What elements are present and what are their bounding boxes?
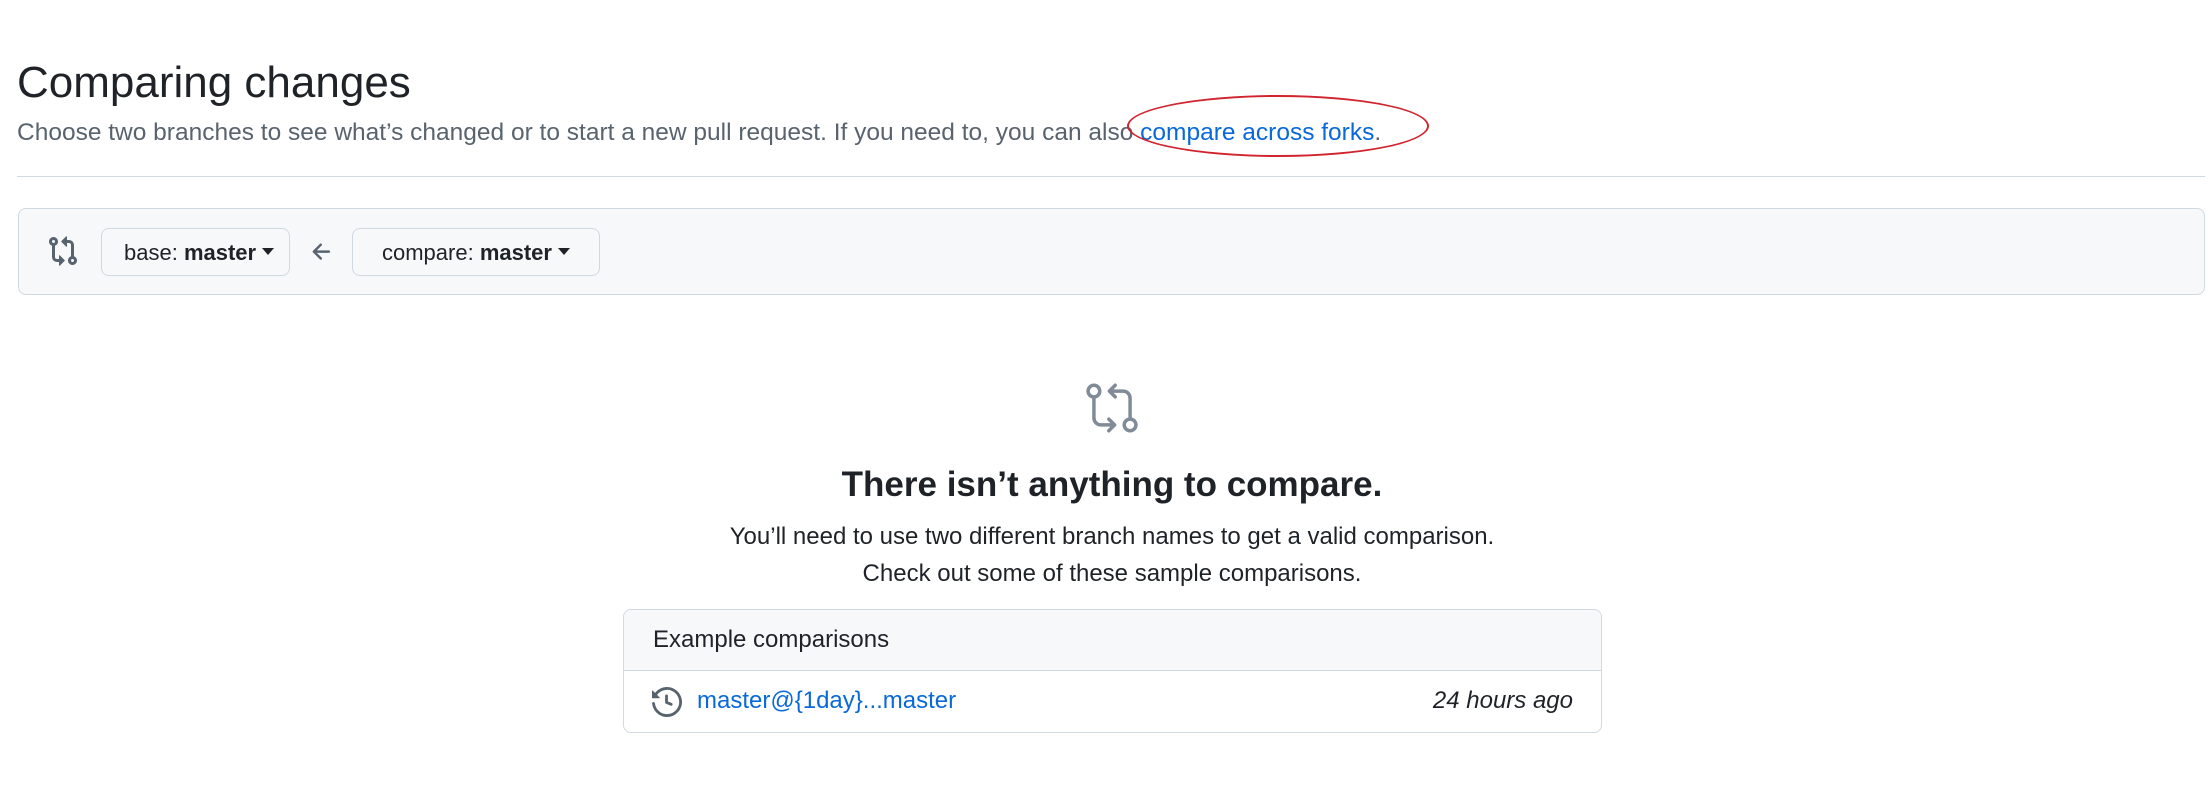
blankslate-description-1: You’ll need to use two different branch …: [729, 523, 1495, 550]
compare-across-forks-link[interactable]: compare across forks: [1140, 119, 1374, 146]
header-divider: [17, 176, 2205, 177]
page-subtitle: Choose two branches to see what’s change…: [17, 116, 1381, 150]
example-comparison-time: 24 hours ago: [1432, 687, 1573, 714]
caret-down-icon: [557, 248, 570, 256]
example-comparisons-header: Example comparisons: [624, 610, 1601, 671]
example-comparison-link[interactable]: master@{1day}...master: [697, 684, 956, 718]
compare-branch-button[interactable]: compare: master: [352, 228, 600, 276]
compare-prefix: compare:: [382, 239, 480, 265]
subtitle-end: .: [1374, 119, 1382, 146]
subtitle-text: Choose two branches to see what’s change…: [17, 119, 1141, 146]
history-icon: [652, 687, 682, 717]
compare-page: Comparing changes Choose two branches to…: [0, 0, 2212, 789]
blankslate-description-2: Check out some of these sample compariso…: [862, 560, 1362, 587]
caret-down-icon: [262, 248, 275, 256]
git-compare-icon: [1086, 383, 1138, 433]
range-editor: base: master compare: master: [18, 208, 2205, 295]
base-branch-name: master: [183, 239, 257, 265]
list-item: master@{1day}...master 24 hours ago: [624, 671, 1601, 732]
base-branch-button[interactable]: base: master: [101, 228, 290, 276]
page-header: Comparing changes Choose two branches to…: [17, 56, 2205, 146]
base-prefix: base:: [124, 239, 184, 265]
git-compare-icon: [49, 236, 78, 266]
page-title: Comparing changes: [17, 58, 411, 107]
blankslate-title: There isn’t anything to compare.: [841, 465, 1383, 504]
arrow-left-icon: [312, 243, 331, 260]
compare-branch-name: master: [479, 239, 552, 265]
example-comparisons-box: Example comparisons master@{1day}...mast…: [623, 609, 1602, 733]
